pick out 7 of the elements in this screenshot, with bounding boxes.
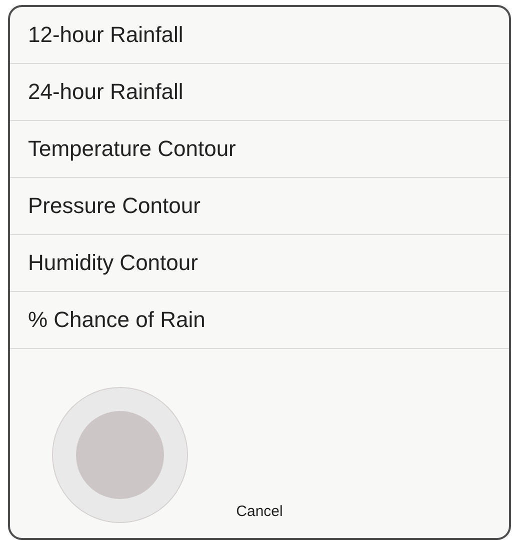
- menu-item[interactable]: % Chance of Rain: [10, 292, 509, 349]
- menu-item[interactable]: Pressure Contour: [10, 178, 509, 235]
- menu-item[interactable]: Temperature Contour: [10, 121, 509, 178]
- menu-item[interactable]: 24-hour Rainfall: [10, 64, 509, 121]
- menu-item[interactable]: 12-hour Rainfall: [10, 7, 509, 64]
- cancel-button[interactable]: Cancel: [226, 499, 293, 524]
- menu-item[interactable]: Humidity Contour: [10, 235, 509, 292]
